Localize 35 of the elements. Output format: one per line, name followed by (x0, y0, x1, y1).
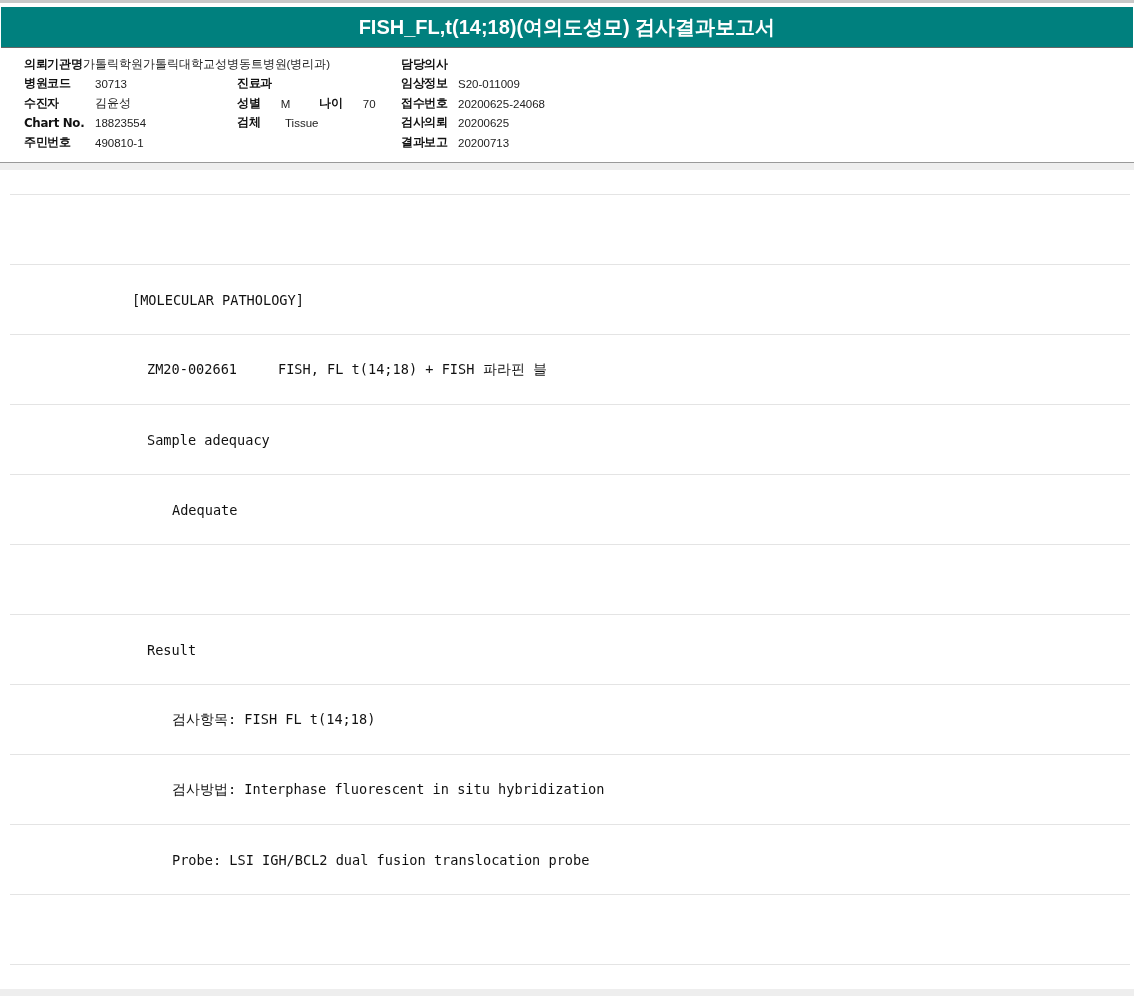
field-label: 의뢰기관명 (24, 56, 83, 73)
field-value: 20200625 (458, 117, 510, 130)
report-text: Sample adequacy (146, 431, 270, 448)
report-text: 검사항목: FISH FL t(14;18) (171, 710, 376, 729)
field-value: 20200713 (458, 136, 510, 149)
field-label: Chart No. (24, 116, 86, 131)
field-value: S20-011009 (458, 78, 520, 91)
field-label: 성별 (237, 95, 262, 112)
field-value: 30713 (95, 78, 127, 91)
field-value: 20200625-24068 (458, 97, 545, 110)
field-value: 가톨릭학원가톨릭대학교성병동트병원(병리과) (82, 57, 331, 73)
field-label: 수진자 (24, 95, 61, 112)
field-label: 임상정보 (401, 76, 449, 93)
field-label: 병원코드 (24, 76, 72, 93)
field-value: 18823554 (95, 117, 147, 130)
report-text: 검사방법: Interphase fluorescent in situ hybridization (171, 780, 605, 799)
field-value: 490810-1 (95, 136, 144, 149)
field-value: M (280, 97, 292, 110)
field-label: 결과보고 (401, 134, 449, 151)
report-text: [MOLECULAR PATHOLOGY] (131, 291, 304, 308)
field-value: Tissue (285, 117, 320, 130)
report-text: Adequate (171, 501, 238, 518)
field-value: 70 (362, 97, 377, 110)
field-label: 주민번호 (24, 134, 72, 151)
report-text: Probe: LSI IGH/BCL2 dual fusion translocation probe (171, 851, 590, 868)
report-text: Result (146, 641, 197, 658)
field-label: 나이 (319, 95, 344, 112)
field-label: 검사의뢰 (401, 115, 449, 132)
report-title: FISH_FL,t(14;18)(여의도성모) 검사결과보고서 (1, 7, 1133, 48)
field-label: 진료과 (237, 76, 274, 93)
field-value: 김윤성 (95, 96, 131, 112)
report-text: ZM20-002661 FISH, FL t(14;18) + FISH 파라핀 블 (146, 360, 547, 379)
field-label: 접수번호 (401, 95, 449, 112)
field-label: 검체 (237, 115, 262, 132)
field-label: 담당의사 (401, 56, 449, 73)
